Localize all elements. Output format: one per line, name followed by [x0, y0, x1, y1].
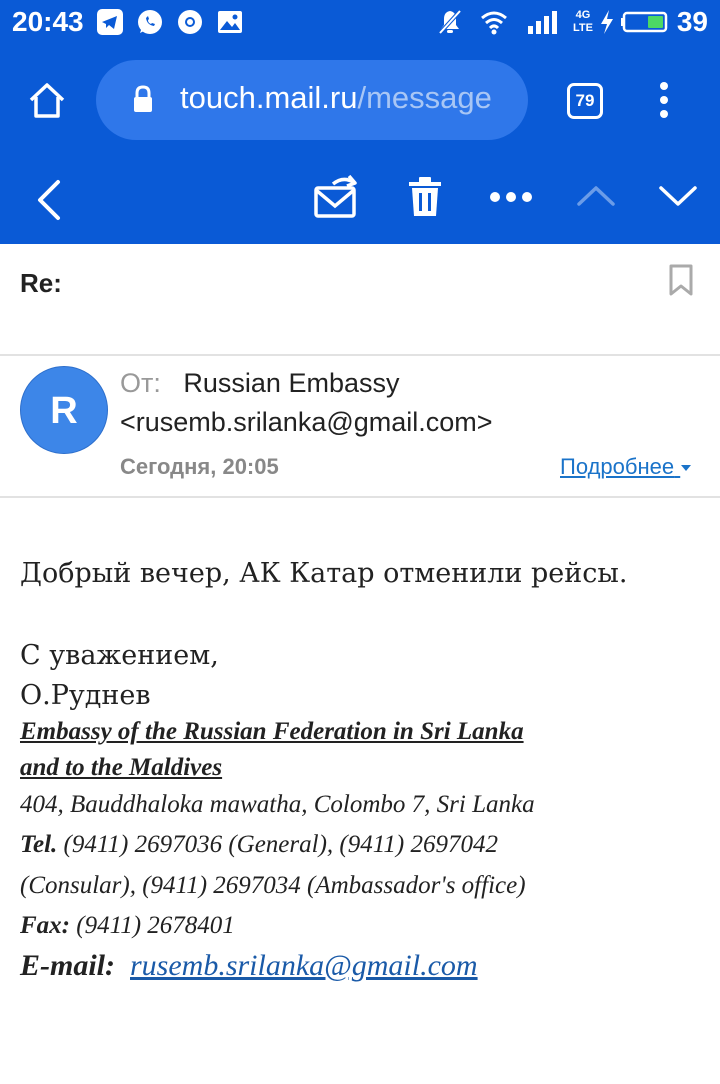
embassy-address: 404, Bauddhaloka mawatha, Colombo 7, Sri… — [20, 791, 535, 818]
more-vertical-icon[interactable] — [654, 80, 674, 120]
url-path: /message — [357, 80, 492, 115]
sender-email[interactable]: <rusemb.srilanka@gmail.com> — [120, 407, 493, 438]
status-time: 20:43 — [12, 6, 84, 37]
trash-icon[interactable] — [407, 176, 443, 218]
embassy-name-line1: Embassy of the Russian Federation in Sri… — [20, 718, 524, 745]
tel-label: Tel. — [20, 831, 58, 858]
chevron-down-icon[interactable] — [658, 184, 698, 208]
from-label: От: — [120, 368, 161, 398]
bookmark-icon[interactable] — [668, 263, 694, 297]
battery-icon — [621, 11, 668, 33]
wifi-icon — [481, 11, 507, 35]
mute-icon — [438, 9, 462, 35]
message-date: Сегодня, 20:05 — [120, 454, 279, 479]
chevron-left-icon[interactable] — [34, 178, 64, 222]
more-horizontal-icon[interactable] — [489, 190, 533, 204]
lock-icon — [134, 85, 152, 112]
battery-level: 39 — [676, 6, 708, 37]
signal-icon — [528, 11, 557, 34]
signature-name: О.Руднев — [20, 680, 151, 711]
url-text: touch.mail.ru/message — [180, 80, 508, 116]
charging-icon — [601, 10, 613, 34]
divider — [0, 496, 720, 498]
network-type: 4G LTE — [573, 9, 593, 34]
details-label: Подробнее — [560, 454, 675, 479]
browser-address-bar: touch.mail.ru/message 79 — [0, 46, 720, 156]
status-bar: 20:43 4G LTE 39 — [0, 0, 720, 46]
sender-line: От: Russian Embassy — [120, 368, 399, 399]
fax-line: Fax: (9411) 2678401 — [20, 912, 235, 940]
mark-unread-icon[interactable] — [313, 174, 361, 220]
fax-label: Fax: — [20, 912, 70, 939]
email-link[interactable]: rusemb.srilanka@gmail.com — [130, 949, 478, 982]
message-greeting: Добрый вечер, АК Катар отменили рейсы. — [20, 558, 628, 589]
email-label: E-mail: — [20, 949, 115, 982]
chevron-up-icon[interactable] — [576, 184, 616, 208]
tel-value1: (9411) 2697036 (General), (9411) 2697042 — [57, 831, 498, 858]
mail-toolbar — [0, 156, 720, 244]
gallery-icon — [218, 11, 242, 33]
message-subject: Re: — [20, 268, 62, 298]
url-field[interactable]: touch.mail.ru/message — [96, 60, 528, 140]
telegram-icon — [97, 9, 123, 35]
url-domain: touch.mail.ru — [180, 80, 358, 115]
avatar[interactable]: R — [20, 366, 108, 454]
home-icon[interactable] — [27, 80, 67, 120]
embassy-name-line2: and to the Maldives — [20, 754, 223, 781]
details-link[interactable]: Подробнее — [560, 454, 692, 480]
tel-line2: (Consular), (9411) 2697034 (Ambassador's… — [20, 872, 526, 899]
tel-line1: Tel. (9411) 2697036 (General), (9411) 26… — [20, 831, 498, 859]
caret-down-icon — [681, 465, 692, 472]
divider — [0, 354, 720, 356]
whatsapp-icon — [138, 10, 162, 34]
tab-count-button[interactable]: 79 — [567, 83, 603, 119]
email-line: E-mail: rusemb.srilanka@gmail.com — [20, 949, 478, 983]
message-regards: С уважением, — [20, 640, 219, 671]
sender-name[interactable]: Russian Embassy — [183, 368, 399, 398]
fax-value: (9411) 2678401 — [70, 912, 235, 939]
chrome-icon — [178, 10, 202, 34]
